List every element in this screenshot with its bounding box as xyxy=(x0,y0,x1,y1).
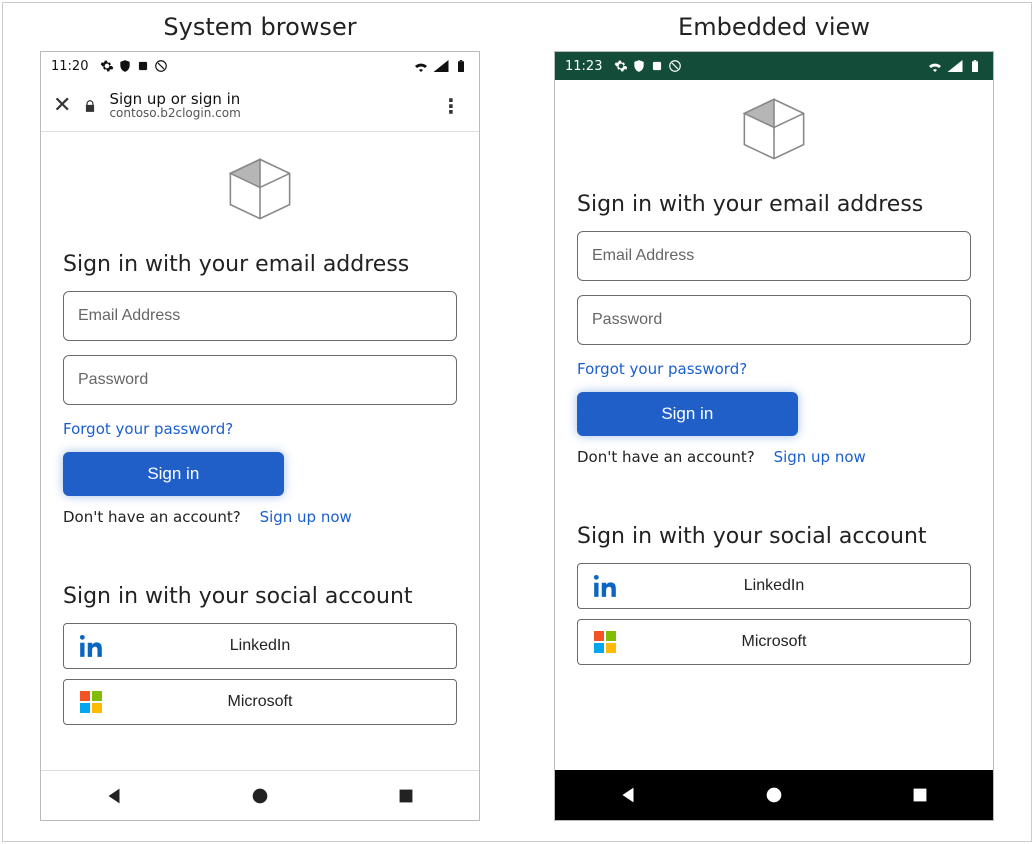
app-logo xyxy=(577,86,971,184)
no-account-text: Don't have an account? xyxy=(63,508,241,526)
signin-heading: Sign in with your email address xyxy=(63,252,457,277)
nav-home-icon[interactable] xyxy=(763,784,785,806)
password-field[interactable] xyxy=(577,295,971,345)
gear-icon xyxy=(100,59,114,73)
lock-icon xyxy=(83,99,97,113)
linkedin-icon xyxy=(578,573,632,599)
gear-icon xyxy=(614,59,628,73)
wifi-icon xyxy=(927,60,943,72)
status-time: 11:20 xyxy=(51,59,88,74)
microsoft-button[interactable]: Microsoft xyxy=(63,679,457,725)
page-title: Sign up or sign in xyxy=(109,91,423,108)
label-system-browser: System browser xyxy=(30,13,490,41)
signin-button[interactable]: Sign in xyxy=(577,392,798,436)
nav-back-icon[interactable] xyxy=(103,785,125,807)
nav-home-icon[interactable] xyxy=(249,785,271,807)
nav-recent-icon[interactable] xyxy=(395,785,417,807)
battery-icon xyxy=(967,60,983,72)
linkedin-label: LinkedIn xyxy=(632,577,970,595)
linkedin-button[interactable]: LinkedIn xyxy=(63,623,457,669)
no-sim-icon xyxy=(154,59,168,73)
linkedin-icon xyxy=(64,633,118,659)
no-account-text: Don't have an account? xyxy=(577,448,755,466)
square-icon xyxy=(650,59,664,73)
label-embedded-view: Embedded view xyxy=(544,13,1004,41)
nav-back-icon[interactable] xyxy=(617,784,639,806)
nav-recent-icon[interactable] xyxy=(909,784,931,806)
signin-button[interactable]: Sign in xyxy=(63,452,284,496)
signup-now-link[interactable]: Sign up now xyxy=(260,508,352,526)
signal-icon xyxy=(947,60,963,72)
linkedin-label: LinkedIn xyxy=(118,637,456,655)
wifi-icon xyxy=(413,60,429,72)
android-navbar xyxy=(555,770,993,820)
email-field[interactable] xyxy=(63,291,457,341)
status-bar: 11:23 xyxy=(555,52,993,80)
forgot-password-link[interactable]: Forgot your password? xyxy=(63,420,233,438)
social-heading: Sign in with your social account xyxy=(577,524,971,549)
signal-icon xyxy=(433,60,449,72)
microsoft-icon xyxy=(578,630,632,654)
phone-system-browser: 11:20 ✕ Sign up or sign in xyxy=(40,51,480,821)
signin-heading: Sign in with your email address xyxy=(577,192,971,217)
password-field[interactable] xyxy=(63,355,457,405)
shield-icon xyxy=(118,59,132,73)
email-field[interactable] xyxy=(577,231,971,281)
android-navbar xyxy=(41,770,479,820)
signup-now-link[interactable]: Sign up now xyxy=(774,448,866,466)
microsoft-label: Microsoft xyxy=(632,633,970,651)
close-icon[interactable]: ✕ xyxy=(53,95,71,117)
phone-embedded-view: 11:23 xyxy=(554,51,994,821)
linkedin-button[interactable]: LinkedIn xyxy=(577,563,971,609)
battery-icon xyxy=(453,60,469,72)
social-heading: Sign in with your social account xyxy=(63,584,457,609)
app-logo xyxy=(63,146,457,244)
microsoft-label: Microsoft xyxy=(118,693,456,711)
square-icon xyxy=(136,59,150,73)
no-sim-icon xyxy=(668,59,682,73)
shield-icon xyxy=(632,59,646,73)
forgot-password-link[interactable]: Forgot your password? xyxy=(577,360,747,378)
status-bar: 11:20 xyxy=(41,52,479,80)
microsoft-icon xyxy=(64,690,118,714)
status-time: 11:23 xyxy=(565,59,602,74)
overflow-menu-icon[interactable]: ⋮ xyxy=(435,90,467,122)
browser-chrome: ✕ Sign up or sign in contoso.b2clogin.co… xyxy=(41,80,479,132)
page-url: contoso.b2clogin.com xyxy=(109,107,423,120)
microsoft-button[interactable]: Microsoft xyxy=(577,619,971,665)
